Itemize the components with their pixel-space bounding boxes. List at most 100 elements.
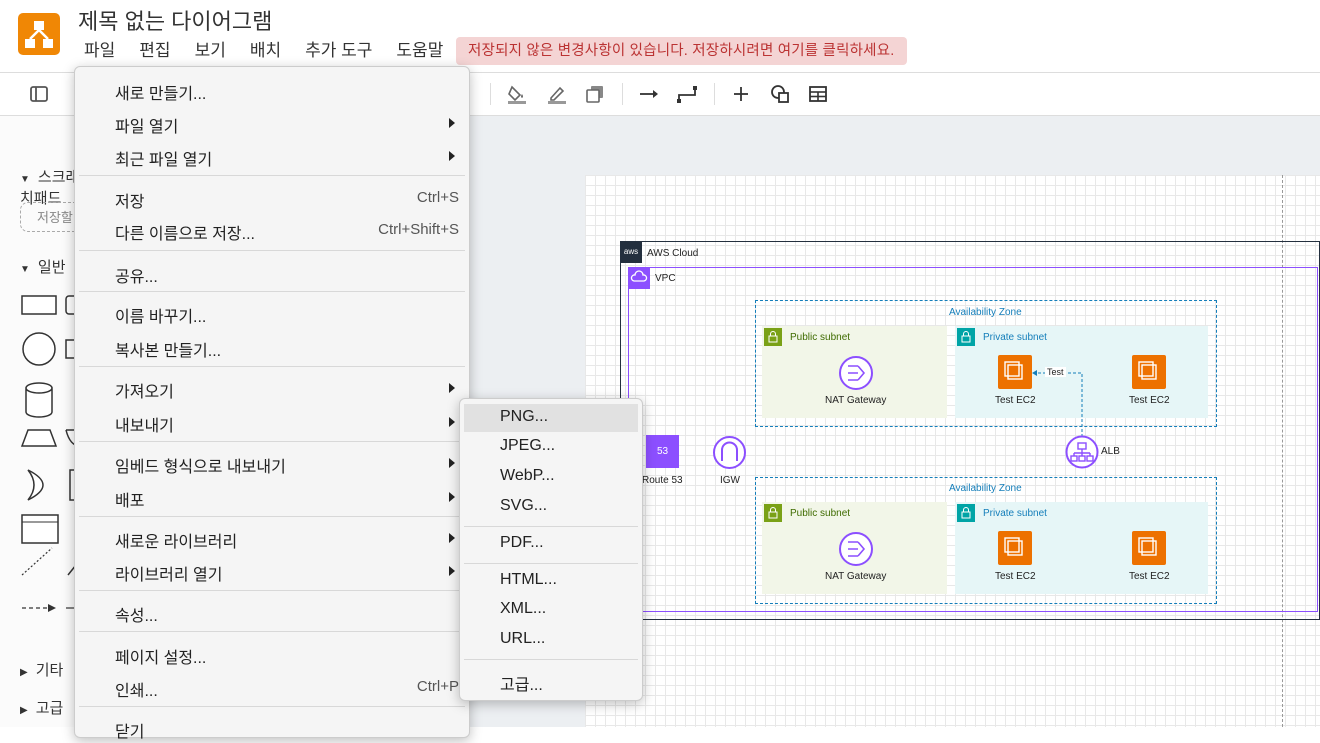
nat-gateway-icon[interactable] bbox=[838, 531, 874, 567]
menu-item-save-as[interactable]: 다른 이름으로 저장... Ctrl+Shift+S bbox=[75, 215, 469, 245]
menu-separator bbox=[79, 706, 465, 707]
menu-item-rename[interactable]: 이름 바꾸기... bbox=[75, 298, 469, 328]
menu-item-label: 새로운 라이브러리 bbox=[115, 534, 238, 551]
export-option-label: 고급... bbox=[500, 677, 543, 694]
shortcut-label: Ctrl+S bbox=[416, 189, 459, 206]
shapes-sidebar: ▼ 스크래치패드 저장할 ▼ 일반 ▶ 기타 ▶ 고급 bbox=[0, 116, 90, 727]
route53-label: Route 53 bbox=[642, 475, 683, 486]
menu-item-close[interactable]: 닫기 bbox=[75, 713, 469, 743]
menu-item-properties[interactable]: 속성... bbox=[75, 597, 469, 627]
export-webp[interactable]: WebP... bbox=[460, 463, 642, 491]
waypoint-icon[interactable] bbox=[676, 83, 698, 105]
menu-item-page-setup[interactable]: 페이지 설정... bbox=[75, 639, 469, 669]
az-1-label: Availability Zone bbox=[949, 307, 1022, 318]
menu-separator bbox=[79, 250, 465, 251]
expand-arrow-icon: ▼ bbox=[20, 264, 30, 275]
export-advanced[interactable]: 고급... bbox=[460, 667, 642, 695]
document-title[interactable]: 제목 없는 다이어그램 bbox=[78, 4, 272, 36]
export-url[interactable]: URL... bbox=[460, 626, 642, 654]
shortcut-label: Ctrl+P bbox=[416, 678, 459, 695]
sidebar-toggle-icon[interactable] bbox=[28, 83, 50, 105]
table-icon[interactable] bbox=[807, 83, 829, 105]
menu-file[interactable]: 파일 bbox=[84, 39, 115, 63]
menu-item-save[interactable]: 저장 Ctrl+S bbox=[75, 183, 469, 213]
lock-icon bbox=[764, 328, 782, 346]
menu-item-label: 다른 이름으로 저장... bbox=[115, 226, 255, 243]
menu-view[interactable]: 보기 bbox=[195, 39, 226, 63]
menu-separator bbox=[79, 631, 465, 632]
menu-item-new-library[interactable]: 새로운 라이브러리 bbox=[75, 523, 469, 553]
menu-item-label: 페이지 설정... bbox=[115, 650, 207, 667]
export-jpeg[interactable]: JPEG... bbox=[460, 433, 642, 461]
toolbar-separator bbox=[490, 83, 491, 105]
menu-arrange[interactable]: 배치 bbox=[250, 39, 281, 63]
insert-plus-icon[interactable] bbox=[730, 83, 752, 105]
vpc-label: VPC bbox=[655, 273, 676, 284]
menu-item-open[interactable]: 파일 열기 bbox=[75, 108, 469, 138]
collapse-arrow-icon: ▶ bbox=[20, 667, 28, 678]
menu-separator bbox=[79, 590, 465, 591]
general-section[interactable]: ▼ 일반 bbox=[20, 256, 66, 277]
menu-item-new[interactable]: 새로 만들기... bbox=[75, 75, 469, 105]
ec2-3-label: Test EC2 bbox=[995, 571, 1036, 582]
misc-label: 기타 bbox=[35, 662, 64, 679]
private-subnet-2-label: Private subnet bbox=[983, 508, 1047, 519]
ec2-icon[interactable] bbox=[998, 531, 1032, 565]
menu-item-print[interactable]: 인쇄... Ctrl+P bbox=[75, 672, 469, 702]
menu-item-embed-export[interactable]: 임베드 형식으로 내보내기 bbox=[75, 448, 469, 478]
menu-item-open-library[interactable]: 라이브러리 열기 bbox=[75, 556, 469, 586]
menu-help[interactable]: 도움말 bbox=[396, 39, 443, 63]
menu-item-label: 라이브러리 열기 bbox=[115, 567, 223, 584]
route53-icon[interactable]: 53 bbox=[646, 435, 679, 468]
export-submenu: PNG... JPEG... WebP... SVG... PDF... HTM… bbox=[459, 398, 643, 701]
export-xml[interactable]: XML... bbox=[460, 596, 642, 624]
drawio-logo bbox=[18, 13, 60, 55]
unsaved-changes-notice[interactable]: 저장되지 않은 변경사항이 있습니다. 저장하시려면 여기를 클릭하세요. bbox=[456, 37, 907, 65]
ec2-2-label: Test EC2 bbox=[1129, 395, 1170, 406]
general-shapes-palette[interactable] bbox=[18, 290, 80, 630]
logo-icon bbox=[25, 21, 53, 48]
menu-item-label: 이름 바꾸기... bbox=[115, 309, 207, 326]
shape-icon[interactable] bbox=[769, 83, 791, 105]
misc-section[interactable]: ▶ 기타 bbox=[20, 659, 63, 680]
submenu-arrow-icon bbox=[449, 492, 455, 502]
submenu-arrow-icon bbox=[449, 458, 455, 468]
menu-item-import[interactable]: 가져오기 bbox=[75, 373, 469, 403]
menu-item-open-recent[interactable]: 최근 파일 열기 bbox=[75, 141, 469, 171]
toolbar-separator bbox=[714, 83, 715, 105]
fill-color-icon[interactable] bbox=[506, 83, 528, 105]
internet-gateway-icon[interactable] bbox=[712, 435, 747, 470]
export-option-label: JPEG... bbox=[500, 437, 556, 454]
menu-item-make-copy[interactable]: 복사본 만들기... bbox=[75, 332, 469, 362]
submenu-arrow-icon bbox=[449, 566, 455, 576]
ec2-icon[interactable] bbox=[998, 355, 1032, 389]
export-html[interactable]: HTML... bbox=[460, 567, 642, 595]
nat-gateway-icon[interactable] bbox=[838, 355, 874, 391]
menu-item-export[interactable]: 내보내기 bbox=[75, 407, 469, 437]
submenu-arrow-icon bbox=[449, 383, 455, 393]
menu-edit[interactable]: 편집 bbox=[139, 39, 170, 63]
menu-item-publish[interactable]: 배포 bbox=[75, 482, 469, 512]
export-pdf[interactable]: PDF... bbox=[460, 530, 642, 558]
advanced-section[interactable]: ▶ 고급 bbox=[20, 697, 63, 718]
menu-item-share[interactable]: 공유... bbox=[75, 258, 469, 288]
export-option-label: SVG... bbox=[500, 497, 548, 514]
alb-icon[interactable] bbox=[1065, 435, 1099, 469]
ec2-icon[interactable] bbox=[1132, 355, 1166, 389]
menu-item-label: 인쇄... bbox=[115, 683, 158, 700]
export-png[interactable]: PNG... bbox=[464, 404, 638, 432]
submenu-arrow-icon bbox=[449, 151, 455, 161]
export-svg[interactable]: SVG... bbox=[460, 493, 642, 521]
ec2-icon[interactable] bbox=[1132, 531, 1166, 565]
menu-separator bbox=[79, 175, 465, 176]
connection-arrow-icon[interactable] bbox=[638, 83, 660, 105]
header: 제목 없는 다이어그램 파일 편집 보기 배치 추가 도구 도움말 저장되지 않… bbox=[0, 0, 1320, 73]
menu-extras[interactable]: 추가 도구 bbox=[305, 39, 372, 63]
line-color-icon[interactable] bbox=[546, 83, 568, 105]
aws-cloud-label: AWS Cloud bbox=[647, 248, 699, 259]
lock-icon bbox=[957, 504, 975, 522]
menu-item-label: 최근 파일 열기 bbox=[115, 152, 213, 169]
shadow-icon[interactable] bbox=[584, 83, 606, 105]
advanced-label: 고급 bbox=[35, 700, 64, 717]
private-subnet-1-label: Private subnet bbox=[983, 332, 1047, 343]
